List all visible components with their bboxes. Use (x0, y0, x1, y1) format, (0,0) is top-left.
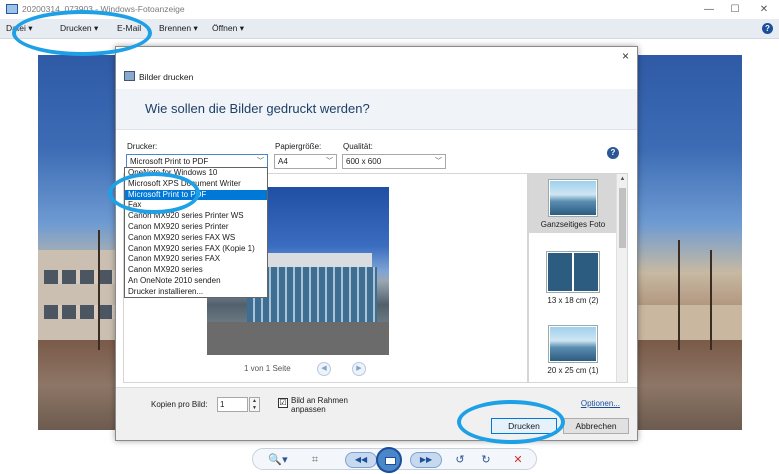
layout-thumbnail (547, 252, 599, 292)
layout-label: 13 x 18 cm (2) (547, 296, 599, 305)
layout-panel: Ganzseitiges Foto 13 x 18 cm (2) 20 x 25… (528, 173, 628, 383)
dialog-question: Wie sollen die Bilder gedruckt werden? (145, 101, 370, 116)
close-window-button[interactable]: ✕ (750, 0, 778, 19)
dialog-footer: Kopien pro Bild: 1 ▲ ▼ ☑ Bild an Rahmen a… (116, 387, 637, 440)
menu-email[interactable]: E-Mail (117, 23, 141, 33)
layout-label: Ganzseitiges Foto (540, 220, 606, 229)
printer-option[interactable]: Microsoft Print to PDF (125, 189, 267, 201)
printer-option[interactable]: An OneNote 2010 senden (125, 276, 267, 287)
delete-icon[interactable]: ✕ (511, 452, 525, 468)
preview-prev-button[interactable]: ◀ (317, 362, 331, 376)
print-button[interactable]: Drucken (491, 418, 557, 434)
bottom-toolbar: 🔍▾ ⌗ ◀◀ ▶▶ ↺ ↻ ✕ (0, 444, 779, 474)
paper-size-value: A4 (278, 157, 288, 166)
dialog-header: Wie sollen die Bilder gedruckt werden? (116, 89, 637, 130)
printer-option[interactable]: Canon MX920 series FAX WS (125, 233, 267, 244)
printer-select-value: Microsoft Print to PDF (130, 157, 209, 166)
layout-label: 20 x 25 cm (1) (547, 366, 599, 375)
menu-oeffnen[interactable]: Öffnen ▾ (212, 23, 244, 34)
title-bar: 20200314_073903 - Windows-Fotoanzeige — … (0, 0, 779, 19)
printer-label: Drucker: (127, 142, 158, 151)
chevron-down-icon: ﹀ (326, 158, 333, 165)
quality-label: Qualität: (343, 142, 373, 151)
printer-option[interactable]: Canon MX920 series FAX (Kopie 1) (125, 244, 267, 255)
fit-frame-label: Bild an Rahmen anpassen (291, 396, 348, 414)
layout-scrollbar[interactable]: ▲ (616, 174, 627, 382)
paper-size-select[interactable]: A4 ﹀ (274, 154, 337, 169)
printer-option[interactable]: Microsoft XPS Document Writer (125, 179, 267, 190)
chevron-down-icon: ﹀ (435, 158, 442, 165)
cancel-button[interactable]: Abbrechen (563, 418, 629, 434)
minimize-button[interactable]: — (695, 0, 723, 19)
printer-option[interactable]: Canon MX920 series FAX (125, 254, 267, 265)
actual-size-icon[interactable]: ⌗ (308, 452, 322, 468)
playback-controls: 🔍▾ ⌗ ◀◀ ▶▶ ↺ ↻ ✕ (252, 447, 537, 473)
photo-viewer-app-icon (6, 4, 18, 14)
menu-brennen[interactable]: Brennen ▾ (159, 23, 198, 34)
previous-button[interactable]: ◀◀ (345, 452, 377, 468)
preview-next-button[interactable]: ▶ (352, 362, 366, 376)
window-title: 20200314_073903 - Windows-Fotoanzeige (22, 4, 185, 14)
maximize-button[interactable]: ☐ (721, 0, 749, 19)
menu-bar: Datei ▾ Drucken ▾ E-Mail Brennen ▾ Öffne… (0, 19, 779, 39)
help-icon[interactable]: ? (762, 23, 773, 34)
scroll-thumb[interactable] (619, 188, 626, 248)
copies-input[interactable]: 1 (217, 397, 248, 412)
layout-13x18[interactable]: 13 x 18 cm (2) (529, 246, 617, 309)
page-info: 1 von 1 Seite (244, 364, 291, 373)
printer-option[interactable]: Fax (125, 200, 267, 211)
layout-20x25[interactable]: 20 x 25 cm (1) (529, 320, 617, 379)
printer-dropdown-list: OneNote for Windows 10 Microsoft XPS Docu… (124, 167, 268, 298)
printer-option[interactable]: Drucker installieren... (125, 287, 267, 298)
quality-select[interactable]: 600 x 600 ﹀ (342, 154, 446, 169)
menu-datei[interactable]: Datei ▾ (6, 23, 32, 34)
printer-option[interactable]: Canon MX920 series Printer (125, 222, 267, 233)
layout-full-page[interactable]: Ganzseitiges Foto (529, 174, 617, 233)
printer-option[interactable]: Canon MX920 series Printer WS (125, 211, 267, 222)
zoom-icon[interactable]: 🔍▾ (267, 452, 289, 468)
photo-tree (710, 250, 712, 350)
next-button[interactable]: ▶▶ (410, 452, 442, 468)
options-link[interactable]: Optionen... (581, 399, 620, 408)
layout-thumbnail (549, 180, 597, 216)
dialog-title: Bilder drucken (139, 72, 194, 82)
slideshow-button[interactable] (376, 447, 402, 473)
layout-thumbnail (549, 326, 597, 362)
scroll-up-icon[interactable]: ▲ (618, 176, 627, 185)
photo-tree (98, 230, 100, 350)
menu-drucken[interactable]: Drucken ▾ (60, 23, 98, 34)
quality-value: 600 x 600 (346, 157, 382, 166)
printer-option[interactable]: Canon MX920 series (125, 265, 267, 276)
photo-tree (678, 240, 680, 350)
copies-stepper[interactable]: ▲ ▼ (249, 397, 260, 412)
printer-option[interactable]: OneNote for Windows 10 (125, 168, 267, 179)
printer-icon (124, 71, 135, 81)
paper-size-label: Papiergröße: (275, 142, 322, 151)
rotate-right-icon[interactable]: ↻ (479, 452, 493, 468)
fit-frame-checkbox[interactable]: ☑ (278, 398, 288, 408)
dialog-help-icon[interactable]: ? (607, 147, 619, 159)
copies-label: Kopien pro Bild: (151, 400, 208, 409)
rotate-left-icon[interactable]: ↺ (453, 452, 467, 468)
dialog-close-button[interactable]: × (622, 49, 629, 63)
